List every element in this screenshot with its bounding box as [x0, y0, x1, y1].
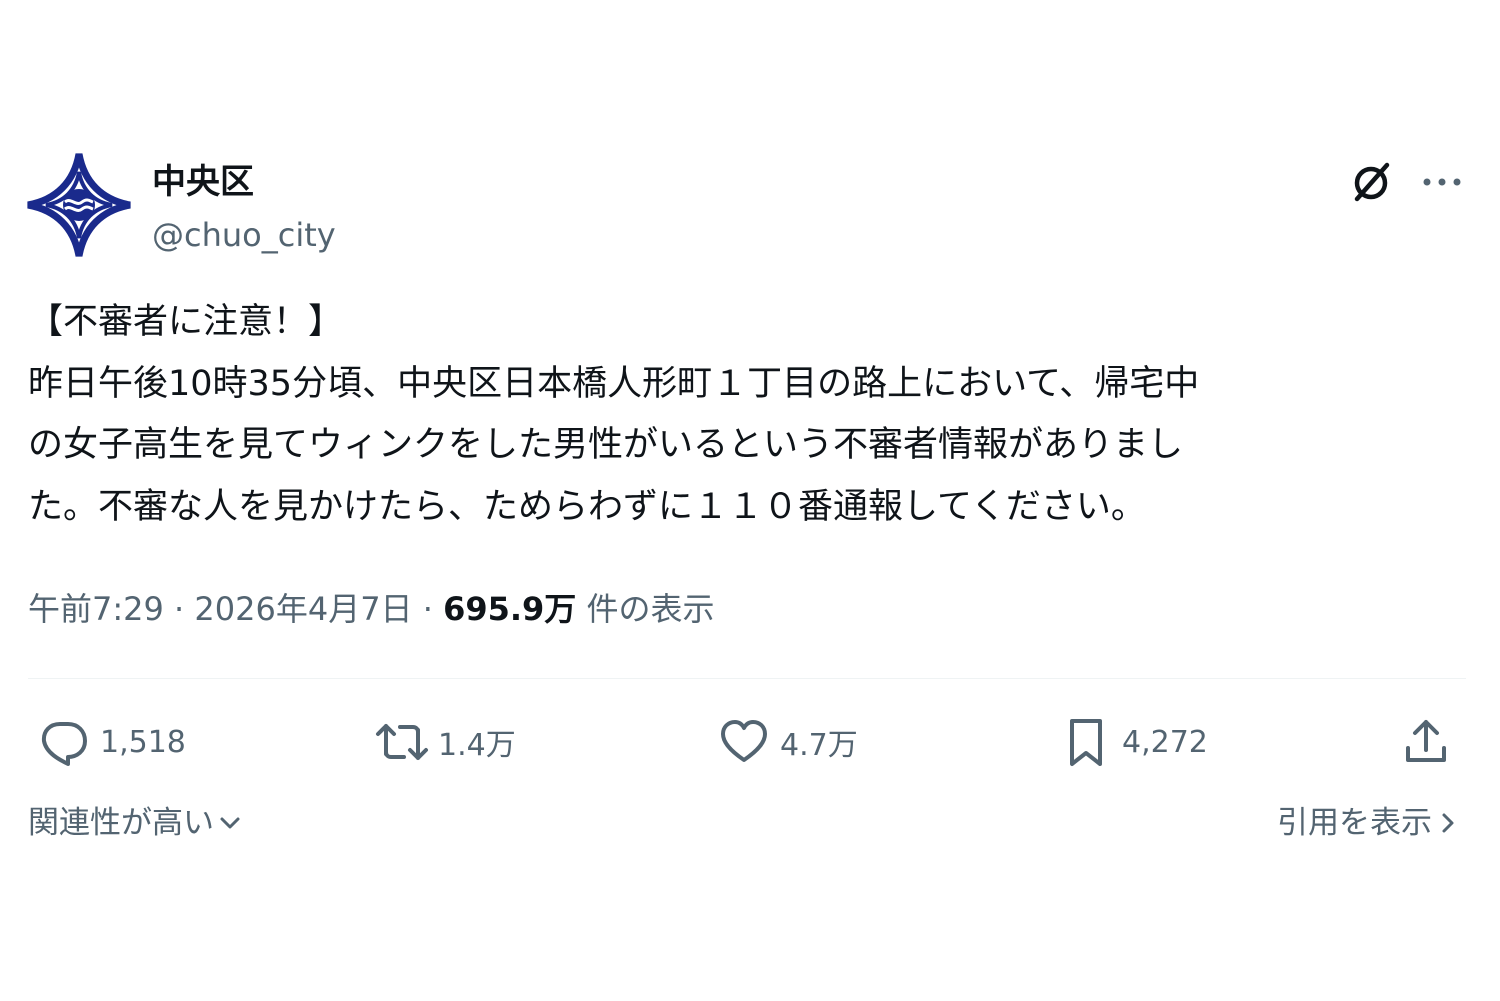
like-count: 4.7万 [780, 728, 858, 763]
meta-separator: · [412, 590, 444, 628]
post-text: 【不審者に注意！】 昨日午後10時35分頃、中央区日本橋人形町１丁目の路上におい… [28, 292, 1473, 538]
post-text-line: 【不審者に注意！】 [28, 302, 344, 342]
quotes-label: 引用を表示 [1277, 805, 1432, 841]
post-date[interactable]: 2026年4月7日 [194, 590, 412, 628]
reply-count: 1,518 [100, 724, 186, 760]
grok-icon [1354, 162, 1390, 202]
heart-icon [716, 714, 772, 770]
repost-count: 1.4万 [438, 728, 516, 763]
more-button[interactable] [1416, 158, 1468, 206]
meta-separator: · [163, 590, 195, 628]
chevron-down-icon [220, 817, 240, 829]
post-text-line: 昨日午後10時35分頃、中央区日本橋人形町１丁目の路上において、帰宅中 [28, 363, 1200, 404]
like-button[interactable]: 4.7万 [716, 712, 858, 772]
sort-relevance-dropdown[interactable]: 関連性が高い [28, 800, 244, 846]
divider [28, 678, 1466, 679]
avatar[interactable] [26, 152, 132, 258]
chuo-ward-emblem-icon [27, 153, 131, 257]
more-icon [1423, 178, 1461, 186]
post-meta: 午前7:29 · 2026年4月7日 · 695.9万 件の表示 [28, 586, 715, 632]
display-name[interactable]: 中央区 [152, 160, 254, 204]
view-quotes-link[interactable]: 引用を表示 [1277, 800, 1460, 846]
grok-button[interactable] [1346, 156, 1398, 208]
views-count[interactable]: 695.9万 [443, 590, 576, 628]
bookmark-count: 4,272 [1122, 724, 1208, 760]
bookmark-icon [1058, 714, 1114, 770]
chevron-right-icon [1442, 813, 1454, 833]
post-time[interactable]: 午前7:29 [28, 590, 164, 628]
share-button[interactable] [1398, 712, 1454, 772]
views-label: 件の表示 [576, 590, 715, 628]
repost-icon [374, 714, 430, 770]
reply-button[interactable]: 1,518 [36, 712, 186, 772]
account-handle[interactable]: @chuo_city [152, 214, 336, 256]
share-icon [1398, 714, 1454, 770]
post-text-line: の女子高生を見てウィンクをした男性がいるという不審者情報がありまし [28, 425, 1184, 465]
bookmark-button[interactable]: 4,272 [1058, 712, 1208, 772]
reply-icon [36, 714, 92, 770]
post-text-line: た。不審な人を見かけたら、ためらわずに１１０番通報してください。 [28, 486, 1146, 527]
sort-label: 関連性が高い [28, 805, 214, 841]
repost-button[interactable]: 1.4万 [374, 712, 516, 772]
